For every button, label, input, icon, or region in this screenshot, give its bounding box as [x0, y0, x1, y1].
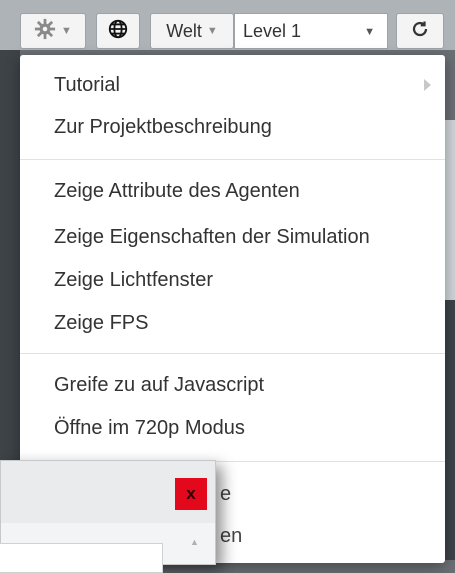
world-label: Welt — [166, 20, 202, 41]
background-panel — [445, 300, 455, 560]
close-icon: x — [186, 484, 196, 503]
menu-item-label: Zeige Eigenschaften der Simulation — [54, 226, 370, 248]
menu-item-light-window[interactable]: Zeige Lichtfenster — [54, 258, 213, 302]
background-panel — [445, 120, 455, 300]
refresh-icon — [411, 20, 429, 43]
scroll-up-icon[interactable]: ▲ — [190, 537, 199, 547]
dialog-window: x — [0, 460, 216, 573]
chevron-right-icon — [424, 79, 431, 91]
menu-item-label: Zeige Attribute des Agenten — [54, 180, 300, 202]
gear-icon — [34, 18, 56, 45]
menu-item-javascript[interactable]: Greife zu auf Javascript — [54, 363, 264, 407]
menu-divider — [20, 159, 445, 160]
background-panel — [0, 50, 20, 460]
menu-item-project-description[interactable]: Zur Projektbeschreibung — [54, 105, 272, 149]
dialog-text-field[interactable] — [0, 543, 163, 573]
menu-item-label: Zeige FPS — [54, 312, 149, 334]
menu-item-label: Zur Projektbeschreibung — [54, 116, 272, 138]
menu-item-partial[interactable]: e — [220, 483, 231, 506]
level-select[interactable]: Level 1 ▼ — [234, 13, 388, 49]
menu-item-720p-mode[interactable]: Öffne im 720p Modus — [54, 406, 245, 450]
menu-item-tutorial[interactable]: Tutorial — [54, 63, 424, 107]
chevron-down-icon: ▼ — [61, 25, 72, 37]
language-button[interactable] — [96, 13, 140, 49]
menu-divider — [20, 353, 445, 354]
toolbar: ▼ Welt ▼ Level 1 ▼ — [0, 0, 455, 50]
menu-item-label: Öffne im 720p Modus — [54, 417, 245, 439]
globe-icon — [107, 18, 129, 45]
close-button[interactable]: x — [175, 478, 207, 510]
menu-item-label: Zeige Lichtfenster — [54, 269, 213, 291]
menu-item-partial[interactable]: en — [220, 525, 242, 548]
settings-dropdown-button[interactable]: ▼ — [20, 13, 86, 49]
menu-item-fps[interactable]: Zeige FPS — [54, 301, 148, 345]
menu-item-agent-attributes[interactable]: Zeige Attribute des Agenten — [54, 169, 300, 213]
chevron-down-icon: ▼ — [364, 26, 375, 38]
refresh-button[interactable] — [396, 13, 444, 49]
menu-item-label: Tutorial — [54, 74, 120, 96]
world-dropdown-button[interactable]: Welt ▼ — [150, 13, 234, 49]
level-value: Level 1 — [243, 20, 302, 41]
chevron-down-icon: ▼ — [206, 25, 218, 37]
menu-item-label: Greife zu auf Javascript — [54, 374, 265, 396]
menu-item-simulation-properties[interactable]: Zeige Eigenschaften der Simulation — [54, 215, 370, 259]
